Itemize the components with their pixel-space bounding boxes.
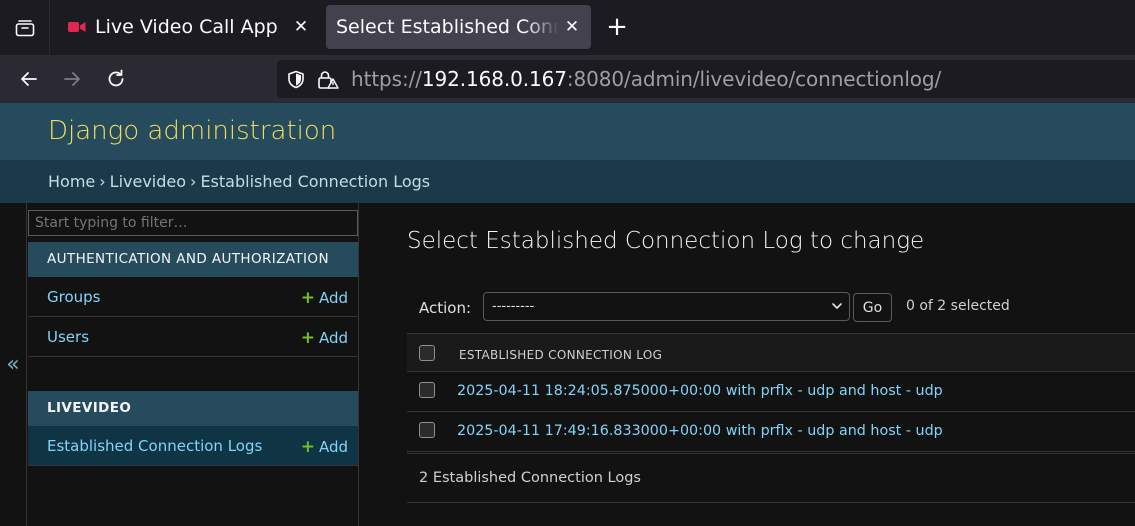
breadcrumb: Home › Livevideo › Established Connection Lo… bbox=[0, 160, 1135, 203]
module-caption-livevideo[interactable]: LIVEVIDEO bbox=[28, 391, 358, 426]
back-button[interactable] bbox=[15, 65, 43, 93]
browser-tab-bar: Live Video Call App ✕ Select Established… bbox=[0, 0, 1135, 55]
page-title: Select Established Connection Log to cha… bbox=[407, 228, 925, 254]
add-connection-log-link[interactable]: + Add bbox=[301, 437, 348, 457]
add-label: Add bbox=[318, 329, 348, 347]
model-link-users[interactable]: Users bbox=[47, 328, 89, 346]
table-row: 2025-04-11 18:24:05.875000+00:00 with pr… bbox=[407, 372, 1135, 412]
url-host: 192.168.0.167 bbox=[421, 67, 567, 91]
tab-list-icon bbox=[15, 19, 34, 36]
breadcrumb-current: Established Connection Logs bbox=[200, 172, 431, 191]
action-selected-value: --------- bbox=[492, 299, 535, 314]
sidebar-item-groups: Groups + Add bbox=[28, 277, 358, 317]
add-label: Add bbox=[318, 438, 348, 456]
close-tab-icon[interactable]: ✕ bbox=[288, 17, 314, 37]
site-name-link[interactable]: Django administration bbox=[48, 116, 336, 146]
toggle-nav-sidebar-button[interactable]: « bbox=[0, 203, 27, 526]
double-chevron-left-icon: « bbox=[6, 352, 20, 377]
breadcrumb-separator: › bbox=[99, 172, 106, 191]
close-tab-icon[interactable]: ✕ bbox=[559, 17, 585, 37]
list-all-tabs-button[interactable] bbox=[0, 0, 50, 55]
nav-sidebar: AUTHENTICATION AND AUTHORIZATION Groups … bbox=[27, 203, 359, 526]
url-text[interactable]: https://192.168.0.167:8080/admin/livevid… bbox=[351, 67, 941, 91]
browser-nav-bar: https://192.168.0.167:8080/admin/livevid… bbox=[0, 55, 1135, 103]
breadcrumb-home[interactable]: Home bbox=[48, 172, 95, 191]
column-header-connection-log[interactable]: ESTABLISHED CONNECTION LOG bbox=[459, 348, 662, 362]
tab-live-video-call-app[interactable]: Live Video Call App ✕ bbox=[58, 5, 320, 49]
tab-title: Live Video Call App bbox=[95, 16, 278, 38]
arrow-right-icon bbox=[64, 72, 80, 86]
plus-icon: + bbox=[300, 437, 315, 457]
reload-button[interactable] bbox=[102, 65, 130, 93]
url-path: :8080/admin/livevideo/connectionlog/ bbox=[566, 67, 942, 91]
admin-header: Django administration bbox=[0, 103, 1135, 160]
forward-button[interactable] bbox=[58, 65, 86, 93]
module-caption-label: LIVEVIDEO bbox=[47, 400, 132, 416]
plus-icon: + bbox=[300, 288, 315, 308]
row-link[interactable]: 2025-04-11 17:49:16.833000+00:00 with pr… bbox=[457, 423, 943, 439]
model-link-connection-logs[interactable]: Established Connection Logs bbox=[47, 437, 262, 455]
go-button[interactable]: Go bbox=[853, 293, 892, 322]
lock-warning-icon[interactable] bbox=[317, 70, 339, 90]
url-bar[interactable]: https://192.168.0.167:8080/admin/livevid… bbox=[277, 60, 1135, 98]
arrow-left-icon bbox=[21, 72, 37, 86]
module-caption-auth[interactable]: AUTHENTICATION AND AUTHORIZATION bbox=[28, 242, 358, 277]
action-select[interactable]: --------- bbox=[483, 292, 850, 321]
row-checkbox[interactable] bbox=[419, 422, 435, 438]
shield-icon[interactable] bbox=[287, 70, 305, 89]
breadcrumb-app[interactable]: Livevideo bbox=[110, 172, 186, 191]
action-label: Action: bbox=[419, 299, 472, 317]
select-all-checkbox[interactable] bbox=[419, 345, 435, 361]
selection-counter: 0 of 2 selected bbox=[906, 298, 1010, 314]
sidebar-item-connection-logs: Established Connection Logs + Add bbox=[28, 426, 358, 466]
reload-icon bbox=[108, 69, 124, 87]
add-users-link[interactable]: + Add bbox=[301, 328, 348, 348]
chevron-down-icon bbox=[832, 303, 842, 309]
video-camera-icon bbox=[68, 22, 86, 32]
tab-select-connection-log[interactable]: Select Established Connection Log to cha… bbox=[326, 5, 591, 49]
plus-icon: + bbox=[300, 328, 315, 348]
module-caption-label: AUTHENTICATION AND AUTHORIZATION bbox=[47, 251, 329, 267]
table-header: ESTABLISHED CONNECTION LOG bbox=[407, 333, 1135, 372]
add-label: Add bbox=[318, 289, 348, 307]
sidebar-item-users: Users + Add bbox=[28, 317, 358, 357]
paginator: 2 Established Connection Logs bbox=[407, 453, 1135, 503]
changelist-main: Select Established Connection Log to cha… bbox=[359, 203, 1135, 526]
nav-filter-input[interactable] bbox=[28, 210, 358, 236]
breadcrumb-separator: › bbox=[190, 172, 197, 191]
url-scheme: https:// bbox=[351, 67, 422, 91]
new-tab-button[interactable]: + bbox=[603, 14, 631, 42]
model-link-groups[interactable]: Groups bbox=[47, 288, 100, 306]
row-link[interactable]: 2025-04-11 18:24:05.875000+00:00 with pr… bbox=[457, 383, 943, 399]
table-row: 2025-04-11 17:49:16.833000+00:00 with pr… bbox=[407, 412, 1135, 452]
row-checkbox[interactable] bbox=[419, 382, 435, 398]
add-groups-link[interactable]: + Add bbox=[301, 288, 348, 308]
tab-title: Select Established Connection Log to cha… bbox=[336, 16, 559, 38]
